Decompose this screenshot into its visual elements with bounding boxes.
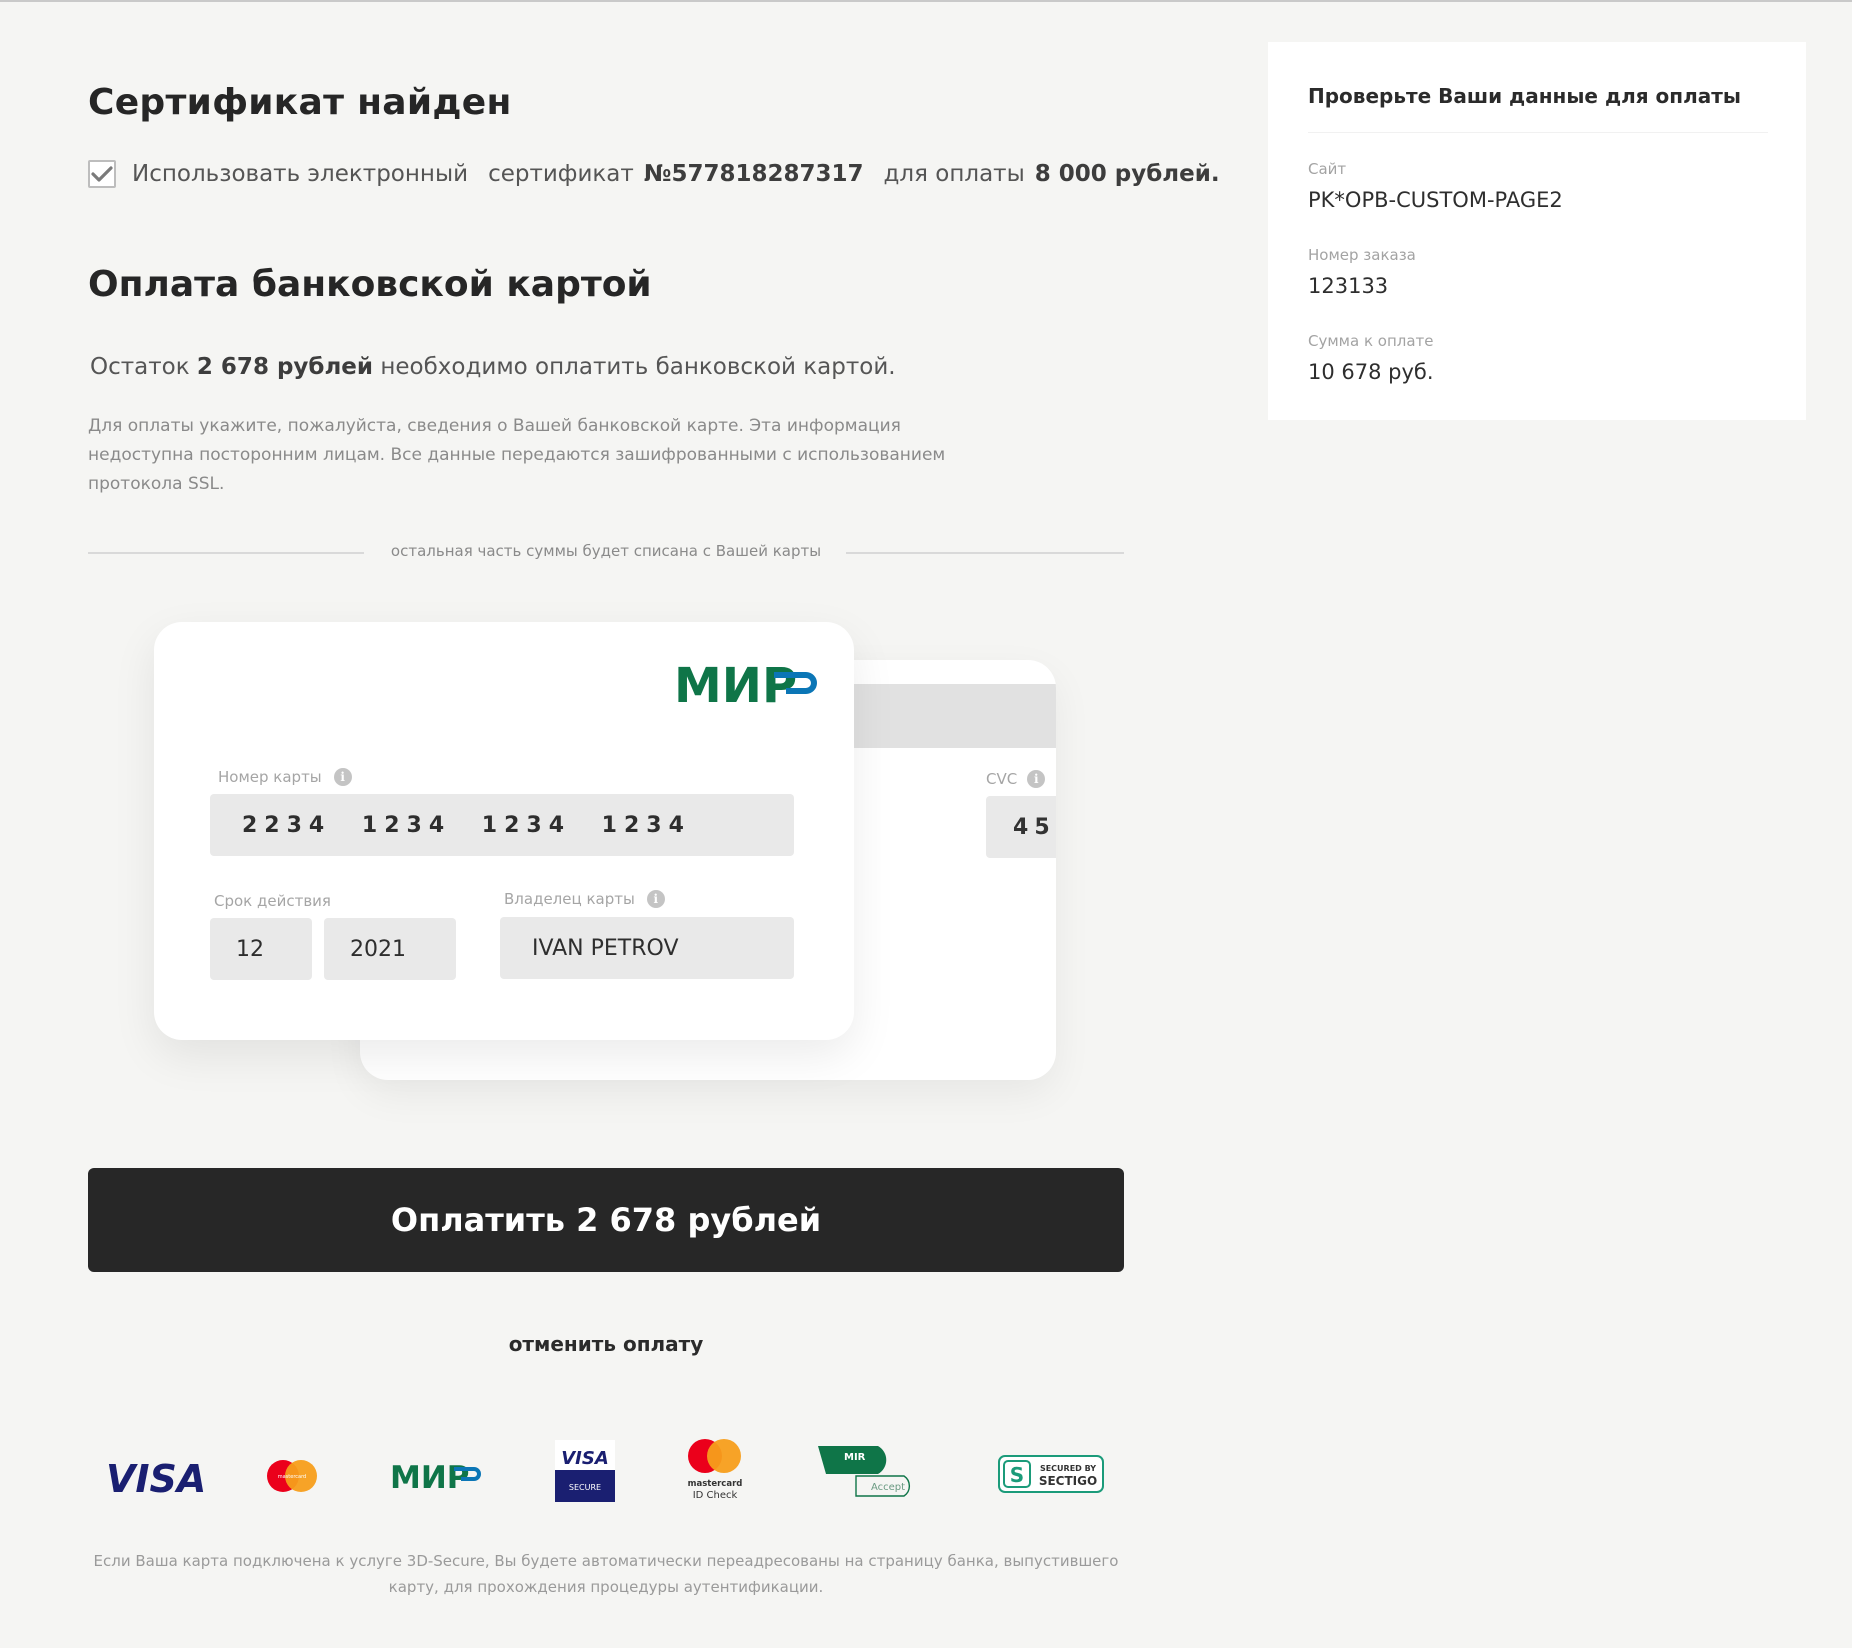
remain-prefix: Остаток [90,354,190,380]
divider: остальная часть суммы будет списана с Ва… [88,540,1124,566]
svg-text:VISA: VISA [106,1457,206,1500]
card-holder-label: Владелец карты i [504,890,665,908]
expiry-year-input[interactable]: 2021 [324,918,456,980]
svg-text:SECURE: SECURE [569,1483,601,1492]
card-number-input[interactable]: 2234 1234 1234 1234 [210,794,794,856]
cvc-label: CVC i [986,770,1046,788]
mastercard-id-check-logo: mastercard ID Check [682,1436,748,1502]
mir-payment-logo: МИР [390,1454,482,1498]
certificate-amount: 8 000 рублей. [1034,161,1220,187]
site-value: PK*OPB-CUSTOM-PAGE2 [1308,188,1563,212]
order-number-value: 123133 [1308,274,1389,298]
svg-text:MIR: MIR [844,1452,866,1463]
visa-secure-logo: VISA SECURE [554,1440,616,1502]
certificate-title: Сертификат найден [88,82,512,123]
order-number-label: Номер заказа [1308,246,1416,264]
sum-value: 10 678 руб. [1308,360,1434,384]
mir-accept-logo: MIR Accept [816,1438,922,1502]
sectigo-logo: S SECURED BY SECTIGO [998,1454,1104,1494]
summary-title: Проверьте Ваши данные для оплаты [1308,84,1741,108]
use-certificate-checkbox[interactable] [88,160,116,188]
svg-text:Accept: Accept [871,1482,905,1493]
expiry-label: Срок действия [214,892,331,910]
svg-text:SECTIGO: SECTIGO [1039,1474,1097,1488]
card-holder-input[interactable]: IVAN PETROV [500,917,794,979]
sum-label: Сумма к оплате [1308,332,1434,350]
visa-logo: VISA [102,1452,226,1502]
order-summary-panel: Проверьте Ваши данные для оплаты Сайт PK… [1268,42,1806,420]
certificate-text-cert: сертификат [488,161,634,187]
svg-text:VISA: VISA [561,1448,609,1469]
svg-text:S: S [1010,1463,1024,1487]
certificate-option: Использовать электронный сертификат №577… [88,160,1220,188]
certificate-number: №577818287317 [643,161,864,187]
svg-text:МИР: МИР [390,1460,470,1494]
certificate-text-for: для оплаты [883,161,1025,187]
svg-text:ID Check: ID Check [693,1490,738,1501]
divider-text: остальная часть суммы будет списана с Ва… [390,542,822,560]
svg-text:mastercard: mastercard [688,1479,743,1489]
checkmark-icon [91,166,113,182]
security-hint: Для оплаты укажите, пожалуйста, сведения… [88,416,946,494]
cvc-info-icon[interactable]: i [1027,770,1046,788]
mir-logo: МИР [674,658,820,714]
remaining-amount-text: Остаток 2 678 рублей необходимо оплатить… [90,354,896,380]
expiry-month-input[interactable]: 12 [210,918,312,980]
site-label: Сайт [1308,160,1347,178]
card-number-label: Номер карты i [218,768,352,786]
cancel-payment-link[interactable]: отменить оплату [88,1332,1124,1356]
svg-text:МИР: МИР [674,660,797,710]
card-front: МИР Номер карты i 2234 1234 1234 1234 Ср… [154,622,854,1040]
pay-button[interactable]: Оплатить 2 678 рублей [88,1168,1124,1272]
card-holder-info-icon[interactable]: i [646,890,665,908]
certificate-text-prefix: Использовать электронный [132,161,469,187]
remain-amount: 2 678 рублей [196,354,374,380]
svg-text:mastercard: mastercard [278,1474,306,1480]
card-payment-title: Оплата банковской картой [88,264,652,305]
svg-text:SECURED BY: SECURED BY [1040,1464,1096,1473]
mastercard-logo: mastercard [264,1454,320,1498]
payment-logos: VISA mastercard МИР VISA SECURE masterca… [88,1432,1124,1522]
remain-suffix: необходимо оплатить банковской картой. [380,354,896,380]
3d-secure-note: Если Ваша карта подключена к услуге 3D-S… [93,1552,1119,1596]
card-number-info-icon[interactable]: i [333,768,352,786]
cvc-input[interactable]: 456 [986,796,1056,858]
